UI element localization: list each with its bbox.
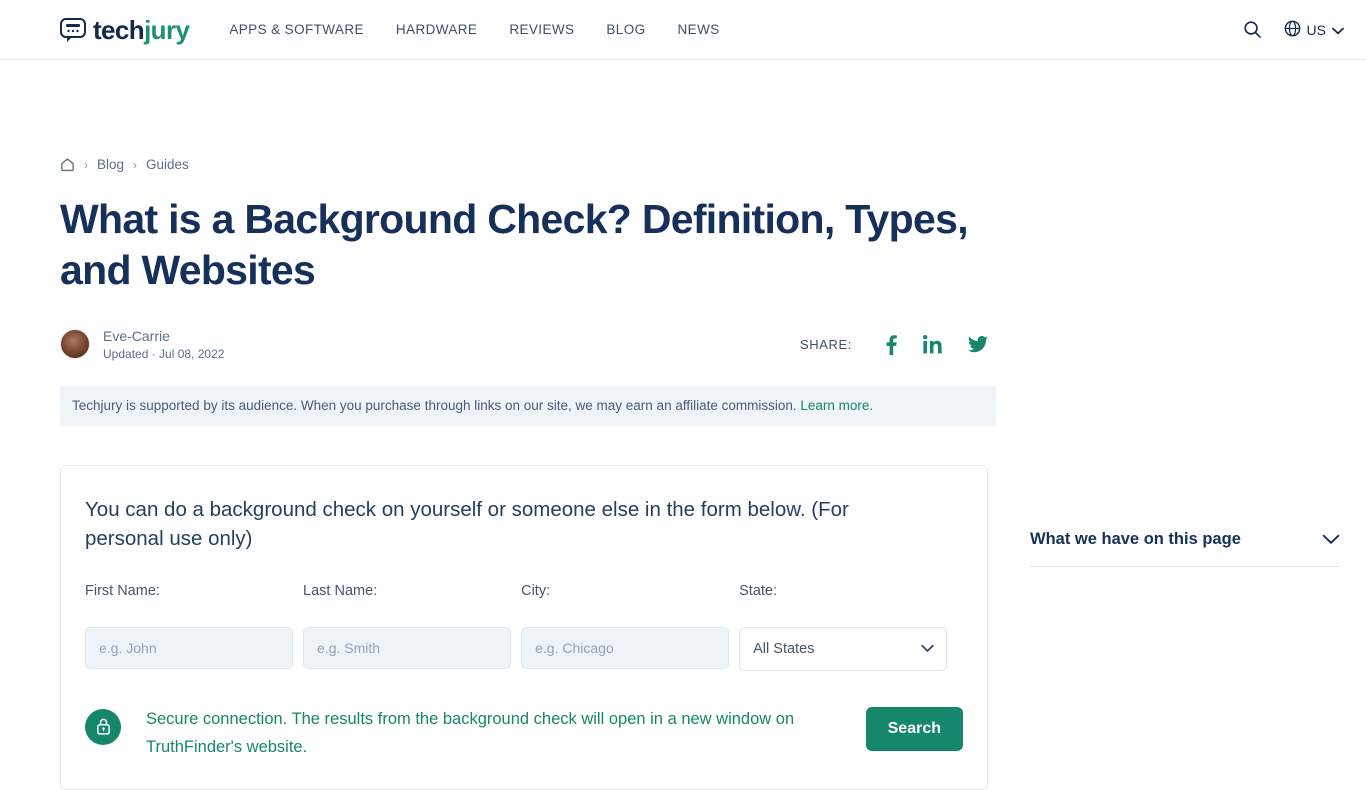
first-name-input[interactable] <box>85 626 293 669</box>
logo-text-jury: jury <box>144 14 190 45</box>
field-city: City: <box>521 583 739 671</box>
header-actions: US <box>1243 20 1344 40</box>
chevron-down-icon <box>1332 22 1344 38</box>
share-label: SHARE: <box>799 337 852 352</box>
article-meta: Eve-Carrie Updated · Jul 08, 2022 SHARE: <box>60 327 996 363</box>
author-name[interactable]: Eve-Carrie <box>103 327 224 346</box>
form-heading: You can do a background check on yoursel… <box>85 498 849 550</box>
chevron-down-icon[interactable] <box>1322 534 1340 545</box>
breadcrumb-separator-1: › <box>84 157 88 172</box>
home-icon[interactable] <box>60 157 75 172</box>
background-check-form-card: You can do a background check on yoursel… <box>60 465 988 790</box>
locale-label: US <box>1306 21 1326 38</box>
sidebar: What we have on this page <box>1030 60 1340 790</box>
nav-item-hardware[interactable]: HARDWARE <box>396 22 477 37</box>
last-name-label: Last Name: <box>303 582 378 599</box>
page-body: › Blog › Guides What is a Background Che… <box>0 60 1366 790</box>
chat-bubble-icon <box>60 17 86 42</box>
state-label: State: <box>739 582 778 599</box>
site-header: techjury APPS & SOFTWARE HARDWARE REVIEW… <box>0 0 1366 60</box>
search-icon[interactable] <box>1243 20 1262 39</box>
article-updated-date: Updated · Jul 08, 2022 <box>103 346 225 361</box>
nav-item-news[interactable]: NEWS <box>678 22 720 37</box>
secure-connection-text: Secure connection. The results from the … <box>146 709 795 756</box>
lock-icon <box>85 708 121 745</box>
breadcrumb-item-guides[interactable]: Guides <box>146 157 189 172</box>
logo-wordmark: techjury <box>93 14 190 45</box>
globe-icon <box>1284 20 1301 40</box>
share-block: SHARE: <box>799 334 996 355</box>
disclosure-learn-more-link[interactable]: Learn more. <box>800 398 873 413</box>
city-input[interactable] <box>521 626 730 669</box>
author-info: Eve-Carrie Updated · Jul 08, 2022 <box>103 327 224 362</box>
breadcrumb-separator-2: › <box>133 157 138 172</box>
field-first-name: First Name: <box>85 583 303 671</box>
author-block: Eve-Carrie Updated · Jul 08, 2022 <box>60 327 224 362</box>
search-button[interactable]: Search <box>865 706 963 751</box>
disclosure-text: Techjury is supported by its audience. W… <box>72 397 797 413</box>
logo-text-tech: tech <box>93 14 145 45</box>
toc-title: What we have on this page <box>1030 530 1241 548</box>
breadcrumb: › Blog › Guides <box>60 157 996 172</box>
facebook-icon[interactable] <box>886 334 897 355</box>
affiliate-disclosure: Techjury is supported by its audience. W… <box>60 385 996 427</box>
field-state: State: All States <box>739 583 963 671</box>
state-select-wrapper: All States <box>739 626 948 671</box>
form-fields-row: First Name: Last Name: City: State: <box>85 583 963 671</box>
table-of-contents: What we have on this page <box>1030 530 1340 567</box>
twitter-icon[interactable] <box>968 336 988 353</box>
avatar <box>60 329 90 360</box>
primary-nav: APPS & SOFTWARE HARDWARE REVIEWS BLOG NE… <box>229 22 719 37</box>
city-label: City: <box>521 582 551 599</box>
site-logo[interactable]: techjury <box>60 14 190 45</box>
nav-item-reviews[interactable]: REVIEWS <box>509 22 574 37</box>
nav-item-blog[interactable]: BLOG <box>606 22 645 37</box>
page-title: What is a Background Check? Definition, … <box>60 196 969 294</box>
state-select[interactable]: All States <box>739 626 948 671</box>
breadcrumb-item-blog[interactable]: Blog <box>97 157 124 172</box>
last-name-input[interactable] <box>303 626 512 669</box>
locale-selector[interactable]: US <box>1284 20 1344 40</box>
nav-item-apps-software[interactable]: APPS & SOFTWARE <box>229 22 364 37</box>
main-column: › Blog › Guides What is a Background Che… <box>60 60 996 790</box>
linkedin-icon[interactable] <box>923 335 942 354</box>
content-wrapper: › Blog › Guides What is a Background Che… <box>60 60 1340 790</box>
field-last-name: Last Name: <box>303 583 521 671</box>
secure-connection-row: Secure connection. The results from the … <box>85 705 963 761</box>
toc-toggle[interactable]: What we have on this page <box>1030 530 1340 567</box>
first-name-label: First Name: <box>85 582 160 599</box>
